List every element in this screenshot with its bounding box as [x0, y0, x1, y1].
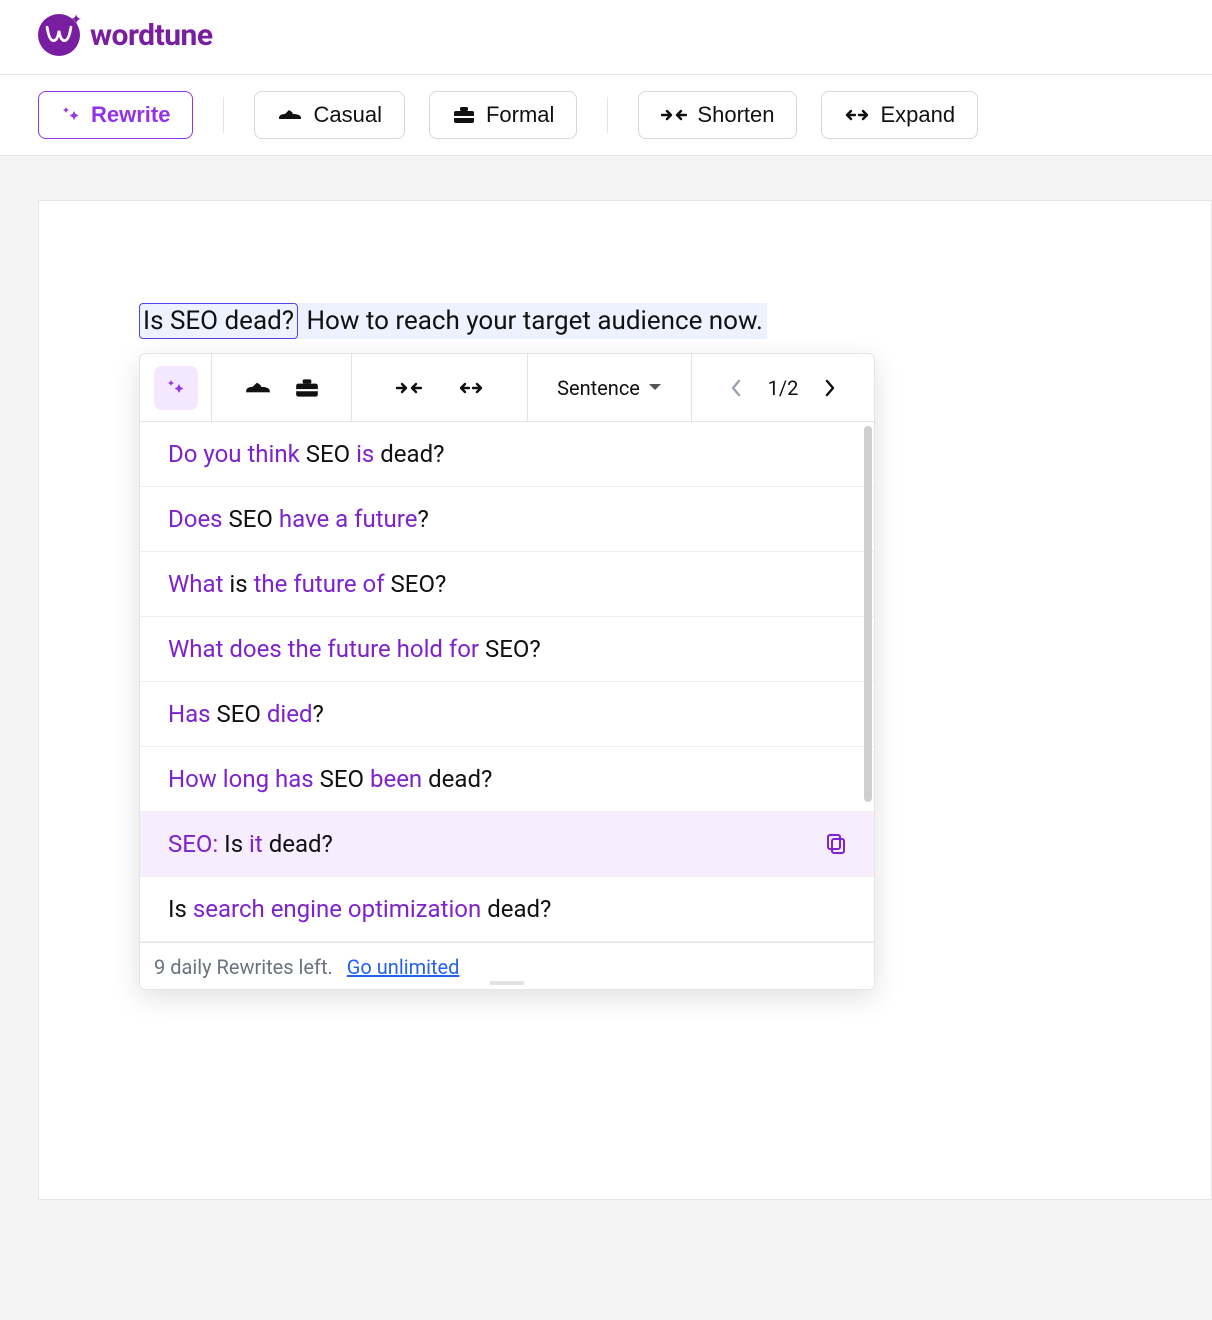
suggestion-text: Do you think SEO is dead? — [168, 440, 444, 468]
suggestion-item[interactable]: What does the future hold for SEO? — [140, 617, 874, 682]
sneaker-icon — [244, 378, 272, 398]
document[interactable]: Is SEO dead? How to reach your target au… — [38, 200, 1212, 1200]
toolbar-separator — [607, 97, 608, 133]
suggestion-item[interactable]: How long has SEO been dead? — [140, 747, 874, 812]
suggestion-text: What does the future hold for SEO? — [168, 635, 541, 663]
scope-dropdown[interactable]: Sentence — [528, 354, 692, 421]
panel-tones-cell — [212, 354, 352, 421]
expand-label: Expand — [880, 102, 955, 128]
sneaker-icon — [277, 106, 303, 124]
shorten-icon — [661, 107, 687, 123]
brand-name: wordtune — [90, 18, 213, 53]
sparkle-icon — [166, 378, 186, 398]
panel-rewrite-cell — [140, 354, 212, 421]
rewrite-button[interactable]: Rewrite — [38, 91, 193, 139]
suggestion-item[interactable]: Has SEO died? — [140, 682, 874, 747]
panel-footer: 9 daily Rewrites left. Go unlimited — [140, 942, 874, 989]
rewrite-label: Rewrite — [91, 102, 170, 128]
expand-icon — [844, 107, 870, 123]
suggestion-item[interactable]: Does SEO have a future? — [140, 487, 874, 552]
app-header: ✦ wordtune — [0, 0, 1212, 75]
suggestion-text: How long has SEO been dead? — [168, 765, 492, 793]
briefcase-icon — [294, 377, 320, 399]
expand-icon — [457, 380, 485, 396]
brand-mark: ✦ — [38, 14, 80, 56]
expand-button[interactable]: Expand — [821, 91, 978, 139]
panel-shorten-button[interactable] — [395, 380, 423, 396]
copy-icon[interactable] — [826, 833, 846, 855]
sparkle-icon: ✦ — [70, 12, 82, 28]
suggestion-text: Does SEO have a future? — [168, 505, 429, 533]
brand-logo[interactable]: ✦ wordtune — [38, 14, 213, 56]
resize-handle[interactable] — [490, 981, 524, 985]
suggestion-text: SEO: Is it dead? — [168, 830, 333, 858]
toolbar: Rewrite Casual Formal Shorten Expa — [0, 75, 1212, 156]
suggestion-item[interactable]: Is search engine optimization dead? — [140, 877, 874, 942]
toolbar-separator — [223, 97, 224, 133]
formal-label: Formal — [486, 102, 554, 128]
panel-casual-button[interactable] — [244, 378, 272, 398]
suggestion-item[interactable]: SEO: Is it dead? — [140, 812, 874, 877]
sparkle-icon — [61, 105, 81, 125]
panel-toolbar: Sentence 1/2 — [140, 354, 874, 422]
shorten-button[interactable]: Shorten — [638, 91, 797, 139]
suggestions-list: Do you think SEO is dead? Does SEO have a… — [140, 422, 874, 942]
scrollbar[interactable] — [864, 426, 872, 802]
scope-label: Sentence — [557, 376, 640, 400]
suggestion-item[interactable]: Do you think SEO is dead? — [140, 422, 874, 487]
editor-line[interactable]: Is SEO dead? How to reach your target au… — [139, 303, 767, 339]
panel-length-cell — [352, 354, 528, 421]
chevron-left-icon — [730, 379, 742, 397]
shorten-icon — [395, 380, 423, 396]
next-page-button[interactable] — [824, 379, 836, 397]
panel-formal-button[interactable] — [294, 377, 320, 399]
go-unlimited-link[interactable]: Go unlimited — [347, 955, 460, 979]
panel-expand-button[interactable] — [457, 380, 485, 396]
prev-page-button[interactable] — [730, 379, 742, 397]
pagination: 1/2 — [692, 354, 874, 421]
casual-label: Casual — [313, 102, 381, 128]
suggestion-item[interactable]: What is the future of SEO? — [140, 552, 874, 617]
brand-glyph-icon — [45, 21, 73, 49]
briefcase-icon — [452, 105, 476, 125]
chevron-right-icon — [824, 379, 836, 397]
suggestion-text: What is the future of SEO? — [168, 570, 446, 598]
chevron-down-icon — [648, 383, 662, 393]
formal-button[interactable]: Formal — [429, 91, 577, 139]
suggestions-panel: Sentence 1/2 Do you think SEO is dead?Do… — [139, 353, 875, 990]
selected-text[interactable]: Is SEO dead? — [139, 303, 298, 339]
following-text[interactable]: How to reach your target audience now. — [298, 303, 767, 339]
suggestion-text: Is search engine optimization dead? — [168, 895, 551, 923]
canvas: Is SEO dead? How to reach your target au… — [0, 156, 1212, 1320]
suggestion-text: Has SEO died? — [168, 700, 324, 728]
shorten-label: Shorten — [697, 102, 774, 128]
casual-button[interactable]: Casual — [254, 91, 404, 139]
rewrites-left-text: 9 daily Rewrites left. — [154, 955, 333, 979]
page-indicator: 1/2 — [768, 376, 799, 400]
panel-rewrite-button[interactable] — [154, 366, 198, 410]
